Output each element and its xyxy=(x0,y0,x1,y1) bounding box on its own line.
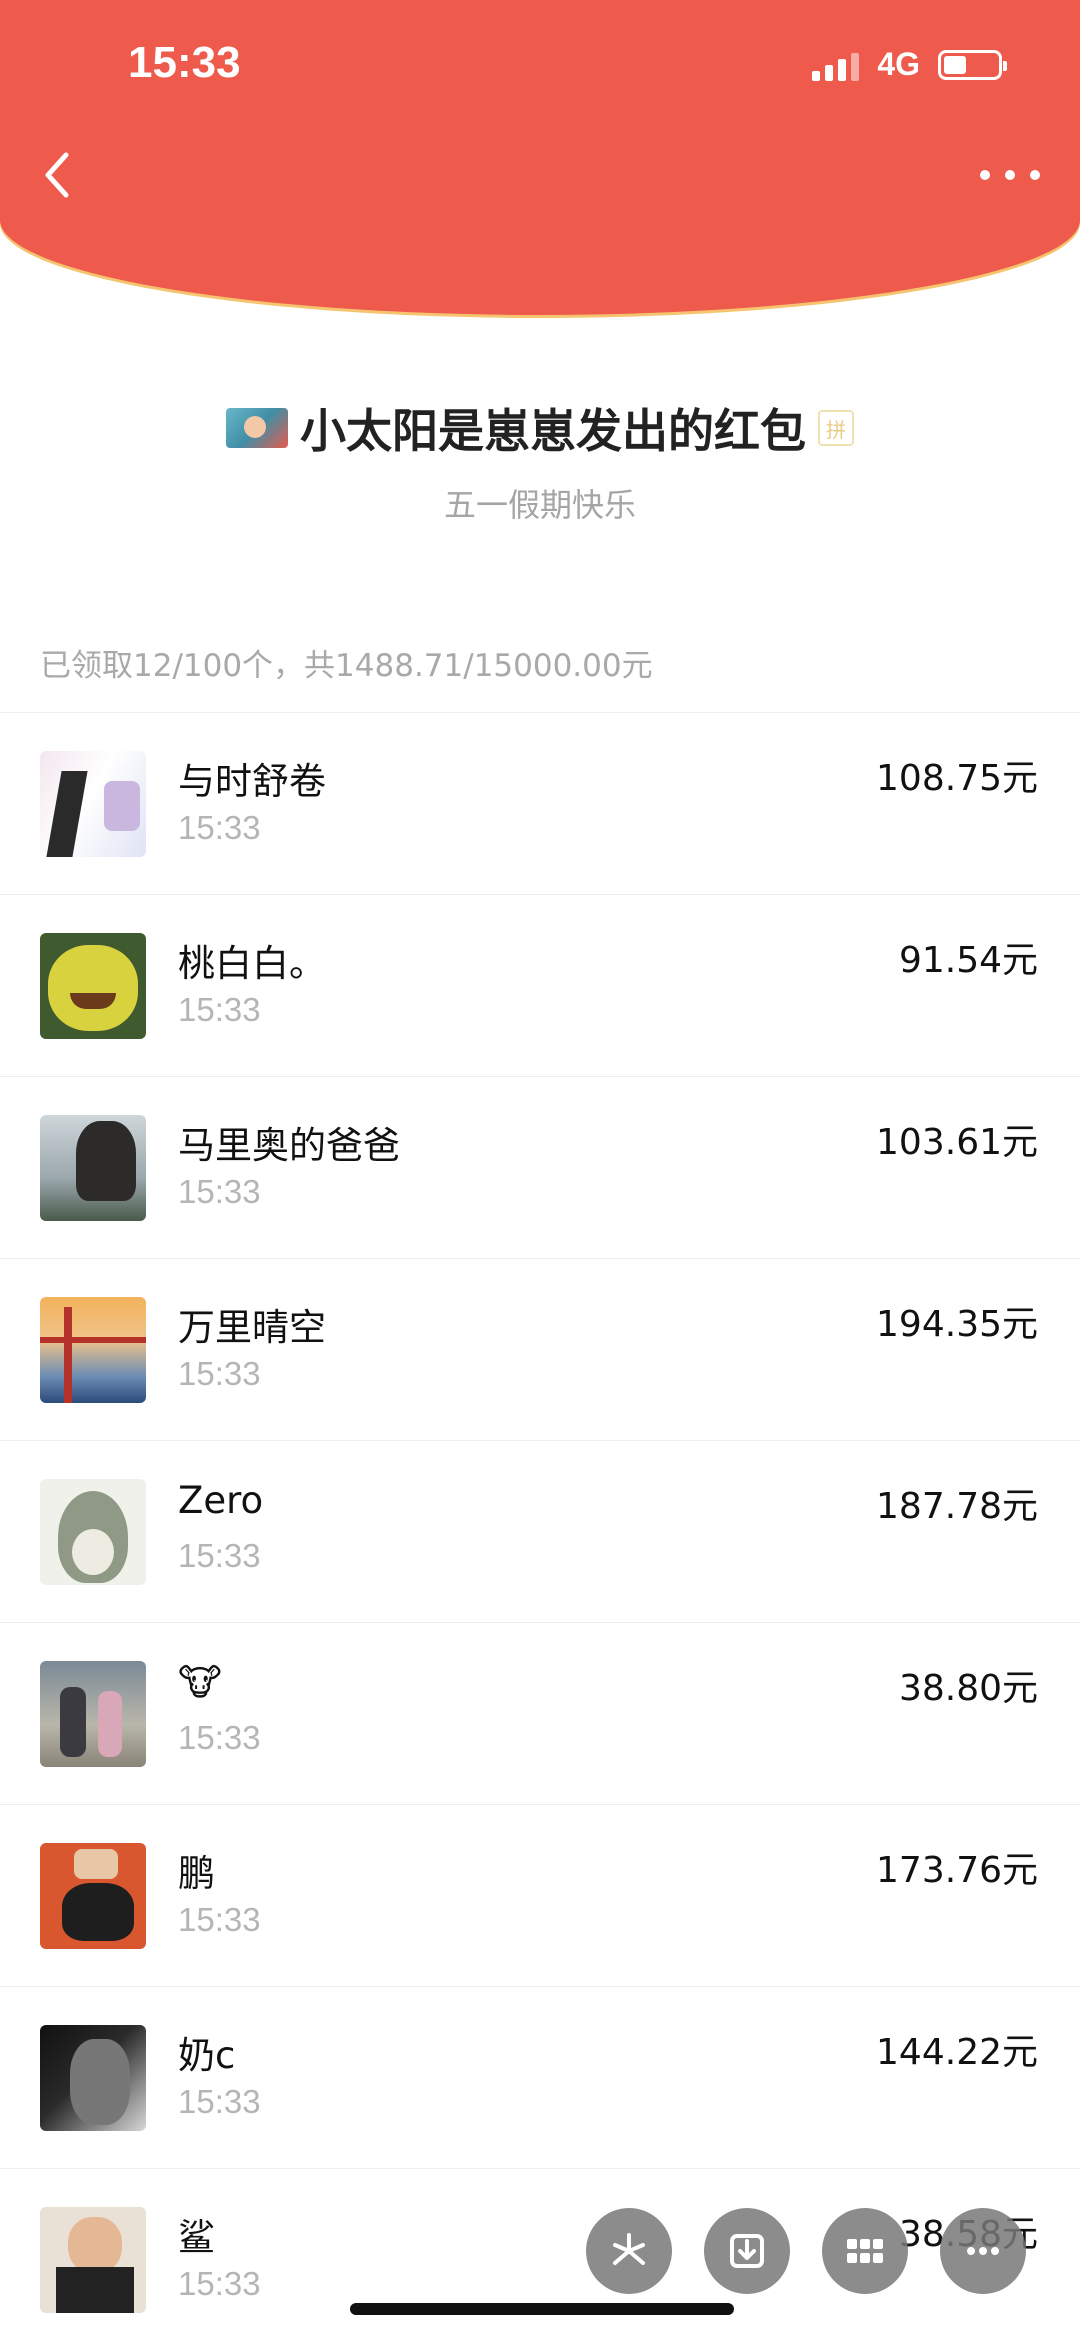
claim-time: 15:33 xyxy=(178,809,261,846)
pin-badge: 拼 xyxy=(818,410,854,446)
sender-avatar xyxy=(226,408,288,448)
claimer-name: 马里奥的爸爸 xyxy=(178,1124,400,1167)
claim-amount: 103.61元 xyxy=(876,1122,1038,1163)
claim-amount: 91.54元 xyxy=(898,940,1038,981)
claimer-name: 鹏 xyxy=(178,1852,215,1895)
claimer-name: 鲨 xyxy=(178,2216,215,2259)
claim-time: 15:33 xyxy=(178,1355,261,1392)
avatar[interactable] xyxy=(40,751,146,857)
avatar[interactable] xyxy=(40,2025,146,2131)
claim-time: 15:33 xyxy=(178,1901,261,1938)
pinwheel-icon xyxy=(613,2233,645,2265)
packet-message: 五一假期快乐 xyxy=(443,486,636,524)
claim-time: 15:33 xyxy=(178,2265,261,2302)
claim-list: 与时舒卷 15:33 108.75元 桃白白。 15:33 91.54元 马里奥… xyxy=(0,712,1080,2350)
claim-amount: 173.76元 xyxy=(876,1850,1038,1891)
battery-icon xyxy=(938,49,1007,80)
list-item[interactable]: 桃白白。 15:33 91.54元 xyxy=(0,894,1080,1076)
claim-time: 15:33 xyxy=(178,991,261,1028)
list-item[interactable]: 鹏 15:33 173.76元 xyxy=(0,1804,1080,1986)
list-item[interactable]: 与时舒卷 15:33 108.75元 xyxy=(0,712,1080,894)
claimer-name: 万里晴空 xyxy=(178,1306,326,1349)
home-indicator[interactable] xyxy=(350,2303,734,2315)
chevron-left-icon xyxy=(45,152,69,198)
download-button[interactable] xyxy=(704,2208,790,2294)
claimer-name: 桃白白。 xyxy=(178,942,326,985)
floating-toolbar xyxy=(586,2208,1026,2294)
list-item[interactable]: 🐮 15:33 38.80元 xyxy=(0,1622,1080,1804)
grid-button[interactable] xyxy=(822,2208,908,2294)
claim-time: 15:33 xyxy=(178,1537,261,1574)
ellipsis-icon xyxy=(967,2247,999,2255)
avatar[interactable] xyxy=(40,1843,146,1949)
signal-icon xyxy=(812,49,860,81)
avatar[interactable] xyxy=(40,1661,146,1767)
claim-amount: 194.35元 xyxy=(876,1304,1038,1345)
avatar[interactable] xyxy=(40,933,146,1039)
grid-icon xyxy=(847,2239,883,2263)
network-type: 4G xyxy=(877,46,920,82)
download-icon xyxy=(730,2234,764,2268)
more-actions-button[interactable] xyxy=(940,2208,1026,2294)
list-item[interactable]: 奶c 15:33 144.22元 xyxy=(0,1986,1080,2168)
pinwheel-button[interactable] xyxy=(586,2208,672,2294)
claim-summary: 已领取12/100个，共1488.71/15000.00元 xyxy=(40,648,653,684)
list-item[interactable]: 马里奥的爸爸 15:33 103.61元 xyxy=(0,1076,1080,1258)
claim-amount: 144.22元 xyxy=(876,2032,1038,2073)
status-indicators: 4G xyxy=(812,46,1007,83)
status-time: 15:33 xyxy=(128,38,241,87)
claim-amount: 187.78元 xyxy=(876,1486,1038,1527)
claimer-name: 🐮 xyxy=(178,1661,222,1704)
avatar[interactable] xyxy=(40,1115,146,1221)
avatar[interactable] xyxy=(40,2207,146,2313)
avatar[interactable] xyxy=(40,1297,146,1403)
claim-time: 15:33 xyxy=(178,1173,261,1210)
claimer-name: 与时舒卷 xyxy=(178,760,326,803)
back-button[interactable] xyxy=(38,145,78,205)
claim-time: 15:33 xyxy=(178,1719,261,1756)
more-button[interactable] xyxy=(980,160,1040,190)
list-item[interactable]: Zero 15:33 187.78元 xyxy=(0,1440,1080,1622)
claimer-name: Zero xyxy=(178,1479,264,1522)
claim-amount: 108.75元 xyxy=(876,758,1038,799)
claimer-name: 奶c xyxy=(178,2034,236,2077)
claim-amount: 38.80元 xyxy=(898,1668,1038,1709)
ellipsis-icon xyxy=(980,170,990,180)
avatar[interactable] xyxy=(40,1479,146,1585)
packet-title-row: 小太阳是崽崽发出的红包 拼 xyxy=(0,395,1080,461)
red-packet-header: 15:33 4G xyxy=(0,0,1080,315)
list-item[interactable]: 万里晴空 15:33 194.35元 xyxy=(0,1258,1080,1440)
claim-time: 15:33 xyxy=(178,2083,261,2120)
packet-title: 小太阳是崽崽发出的红包 xyxy=(300,404,806,458)
